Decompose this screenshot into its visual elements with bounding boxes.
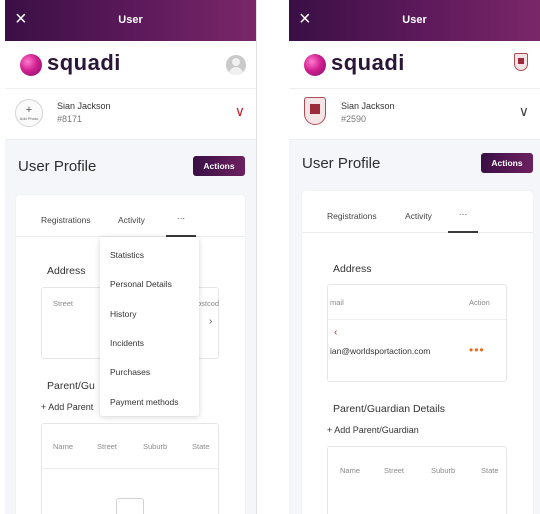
parent-title: Parent/Guardian Details: [333, 403, 446, 415]
actions-button[interactable]: Actions: [481, 153, 533, 173]
user-id: #2590: [341, 114, 367, 124]
club-crest-icon[interactable]: [514, 53, 528, 71]
plus-icon: +: [25, 104, 33, 116]
more-menu: Statistics Personal Details History Inci…: [100, 237, 199, 416]
menu-item-history[interactable]: History: [110, 309, 136, 319]
column-suburb: Suburb: [431, 466, 456, 475]
tab-registrations[interactable]: Registrations: [41, 215, 91, 225]
parent-table: Name Street Suburb State: [327, 446, 507, 514]
tab-more[interactable]: ···: [448, 209, 478, 233]
column-name: Name: [340, 466, 361, 475]
address-title: Address: [333, 263, 372, 275]
squadi-logo-icon: [20, 54, 42, 76]
window-title: User: [402, 14, 427, 26]
tab-activity[interactable]: Activity: [405, 211, 432, 221]
profile-tabs: Registrations Activity ···: [302, 191, 533, 233]
menu-item-personal-details[interactable]: Personal Details: [110, 279, 172, 289]
profile-card: Registrations Activity ··· Address mail …: [302, 191, 533, 514]
parent-table: Name Street Suburb State: [41, 423, 219, 514]
top-bar: × User: [5, 0, 256, 41]
email-value: ian@worldsportaction.com: [330, 346, 431, 356]
add-parent-link[interactable]: + Add Parent/Guardian: [327, 425, 419, 435]
table-divider: [42, 468, 218, 469]
user-summary-row: + Add Photo Sian Jackson #8171 ∨: [5, 88, 256, 140]
scroll-right-icon[interactable]: ›: [209, 316, 212, 327]
page-title: User Profile: [18, 158, 97, 175]
column-street: Street: [384, 466, 405, 475]
column-state: State: [481, 466, 499, 475]
menu-item-incidents[interactable]: Incidents: [110, 338, 144, 348]
tab-activity[interactable]: Activity: [118, 215, 145, 225]
address-table: mail Action ‹ ian@worldsportaction.com •…: [327, 284, 507, 382]
squadi-logo-icon: [304, 54, 326, 76]
column-action: Action: [469, 298, 490, 307]
club-crest-avatar: [304, 97, 326, 125]
menu-item-payment-methods[interactable]: Payment methods: [110, 397, 179, 407]
actions-button[interactable]: Actions: [193, 156, 245, 176]
user-summary-row: Sian Jackson #2590 ∨: [289, 88, 540, 140]
brand-name: squadi: [47, 50, 121, 75]
menu-item-purchases[interactable]: Purchases: [110, 367, 150, 377]
brand-row: squadi: [289, 41, 540, 88]
scroll-left-icon[interactable]: ‹: [334, 327, 337, 338]
window-title: User: [118, 14, 143, 26]
parent-title: Parent/Gu: [47, 380, 95, 392]
column-name: Name: [53, 442, 74, 451]
row-actions-icon[interactable]: •••: [469, 343, 485, 357]
address-title: Address: [47, 265, 86, 277]
chevron-down-icon[interactable]: ∨: [235, 103, 245, 120]
user-name: Sian Jackson: [341, 101, 395, 111]
user-id: #8171: [57, 114, 83, 124]
add-photo-button[interactable]: + Add Photo: [15, 99, 43, 127]
menu-item-statistics[interactable]: Statistics: [110, 250, 144, 260]
table-divider: [328, 319, 506, 320]
empty-inbox-icon: [116, 498, 144, 514]
column-street: Street: [53, 299, 74, 308]
left-screen: × User squadi + Add Photo Sian Jackson #…: [5, 0, 256, 514]
column-state: State: [192, 442, 210, 451]
chevron-down-icon[interactable]: ∨: [519, 103, 529, 120]
brand-row: squadi: [5, 41, 256, 88]
column-street: Street: [97, 442, 118, 451]
add-parent-link[interactable]: + Add Parent: [41, 402, 93, 412]
profile-tabs: Registrations Activity ···: [16, 195, 245, 237]
add-photo-label: Add Photo: [19, 116, 39, 121]
top-bar: × User: [289, 0, 540, 41]
account-avatar-icon[interactable]: [226, 55, 246, 75]
tab-registrations[interactable]: Registrations: [327, 211, 377, 221]
brand-name: squadi: [331, 50, 405, 75]
user-name: Sian Jackson: [57, 101, 111, 111]
page-title: User Profile: [302, 155, 381, 172]
tab-more[interactable]: ···: [166, 213, 196, 237]
right-screen: × User squadi Sian Jackson #2590 ∨ User …: [289, 0, 540, 514]
column-email: mail: [330, 298, 344, 307]
screen-divider: [256, 0, 257, 514]
column-suburb: Suburb: [143, 442, 168, 451]
